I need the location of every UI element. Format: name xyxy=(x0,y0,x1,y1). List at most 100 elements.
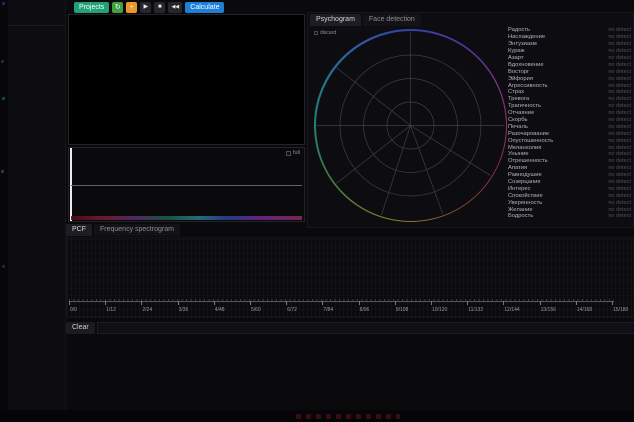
emotion-row: Разочарование no detect xyxy=(508,130,631,137)
axis-tick xyxy=(105,301,106,305)
emotion-value: no detect xyxy=(608,55,631,61)
emotion-row: Равнодушие no detect xyxy=(508,172,631,179)
tab-frequency-spectrogram[interactable]: Frequency spectrogram xyxy=(94,224,180,236)
axis-tick-label: 0/0 xyxy=(70,307,77,313)
emotion-value: no detect xyxy=(608,27,631,33)
tab-psychogram[interactable]: Psychogram xyxy=(310,14,361,26)
emotion-row: Эйфорияno detect xyxy=(508,75,631,82)
emotion-row: Уверенностьno detect xyxy=(508,199,631,206)
stop-icon[interactable]: ■ xyxy=(154,2,165,13)
play-icon[interactable]: ▶ xyxy=(140,2,151,13)
emotion-value: no detect xyxy=(608,103,631,109)
axis-tick xyxy=(178,301,179,305)
axis-tick xyxy=(503,301,504,305)
clear-button[interactable]: Clear xyxy=(66,322,95,334)
emotion-value: no detect xyxy=(608,200,631,206)
axis-tick-label: 14/168 xyxy=(577,307,592,313)
emotion-value: no detect xyxy=(608,96,631,102)
emotion-value: no detect xyxy=(608,145,631,151)
left-edge-strip xyxy=(0,0,8,422)
polar-grid xyxy=(314,29,507,222)
emotion-value: no detect xyxy=(608,193,631,199)
emotion-row: Энтузиазмno detect xyxy=(508,41,631,48)
emotion-label: Скорбь xyxy=(508,117,528,123)
toolbar: Projects ↻ + ▶ ■ ◀◀ Calculate xyxy=(74,2,224,13)
emotion-label: Азарт xyxy=(508,55,524,61)
emotion-label: Интерес xyxy=(508,186,531,192)
axis-tick xyxy=(395,301,396,305)
emotion-row: Уныниеno detect xyxy=(508,151,631,158)
emotion-row: Отрешенность no detect xyxy=(508,158,631,165)
emotion-value: no detect xyxy=(608,62,631,68)
emotion-value: no detect xyxy=(608,138,631,144)
psychogram-polar-chart xyxy=(314,29,507,222)
emotion-label: Разочарование xyxy=(508,131,549,137)
axis-tick xyxy=(250,301,251,305)
left-sidebar xyxy=(8,0,66,410)
waveform-color-strip xyxy=(71,216,302,220)
psychogram-tabs: Psychogram Face detection xyxy=(310,14,421,26)
emotion-row: Апатияno detect xyxy=(508,165,631,172)
emotion-label: Тревога xyxy=(508,96,529,102)
rewind-icon[interactable]: ◀◀ xyxy=(168,2,182,13)
emotion-value: no detect xyxy=(608,124,631,130)
calculate-button[interactable]: Calculate xyxy=(185,2,224,13)
emotion-label: Отрешенность xyxy=(508,158,548,164)
emotion-label: Энтузиазм xyxy=(508,41,537,47)
emotion-row: Куражno detect xyxy=(508,48,631,55)
emotion-value: no detect xyxy=(608,83,631,89)
emotion-row: Созерцаниеno detect xyxy=(508,179,631,186)
axis-tick-label: 5/60 xyxy=(251,307,261,313)
axis-tick xyxy=(576,301,577,305)
emotion-row: Спокойствие no detect xyxy=(508,192,631,199)
emotion-label: Восторг xyxy=(508,69,529,75)
full-checkbox[interactable] xyxy=(286,151,291,156)
axis-tick-label: 9/108 xyxy=(396,307,409,313)
emotion-row: Наслаждениеno detect xyxy=(508,34,631,41)
emotion-value: no detect xyxy=(608,69,631,75)
emotion-label: Опустошенность xyxy=(508,138,553,144)
emotion-value: no detect xyxy=(608,48,631,54)
axis-tick-label: 10/120 xyxy=(432,307,447,313)
emotion-row: Трагичностьno detect xyxy=(508,103,631,110)
emotion-row: Страхno detect xyxy=(508,89,631,96)
tab-face-detection[interactable]: Face detection xyxy=(363,14,421,26)
emotion-row: Желаниеno detect xyxy=(508,206,631,213)
sidebar-divider xyxy=(8,25,65,26)
emotion-label: Спокойствие xyxy=(508,193,543,199)
footer-artifact xyxy=(296,414,400,419)
refresh-icon[interactable]: ↻ xyxy=(112,2,123,13)
emotion-row: Тревога no detect xyxy=(508,96,631,103)
axis-tick xyxy=(540,301,541,305)
emotion-value: no detect xyxy=(608,110,631,116)
emotion-row: Азарт no detect xyxy=(508,55,631,62)
waveform-panel[interactable]: full xyxy=(68,147,305,222)
full-checkbox-label: full xyxy=(293,150,300,156)
psychogram-panel: Psychogram Face detection discard xyxy=(307,12,634,228)
log-row: Clear xyxy=(66,322,634,334)
waveform-baseline xyxy=(71,185,302,186)
emotion-value: no detect xyxy=(608,172,631,178)
emotion-list: Радостьno detectНаслаждениеno detectЭнту… xyxy=(508,27,631,220)
axis-tick-label: 11/132 xyxy=(468,307,483,313)
emotion-value: no detect xyxy=(608,131,631,137)
axis-tick xyxy=(214,301,215,305)
axis-tick xyxy=(69,301,70,305)
axis-tick xyxy=(431,301,432,305)
emotion-label: Эйфория xyxy=(508,76,533,82)
emotion-label: Равнодушие xyxy=(508,172,542,178)
emotion-label: Желание xyxy=(508,207,533,213)
emotion-value: no detect xyxy=(608,158,631,164)
spectrogram-panel: 0/01/122/243/364/485/606/727/848/969/108… xyxy=(66,237,634,318)
emotion-row: Отчаяние no detect xyxy=(508,110,631,117)
tab-pcf[interactable]: PCF xyxy=(66,224,92,236)
axis-tick-label: 3/36 xyxy=(179,307,189,313)
axis-tick-label: 8/96 xyxy=(360,307,370,313)
plus-icon[interactable]: + xyxy=(126,2,137,13)
edge-artifact xyxy=(1,170,4,173)
emotion-value: no detect xyxy=(608,165,631,171)
emotion-label: Отчаяние xyxy=(508,110,534,116)
projects-button[interactable]: Projects xyxy=(74,2,109,13)
axis-tick-label: 2/24 xyxy=(142,307,152,313)
axis-tick-label: 6/72 xyxy=(287,307,297,313)
